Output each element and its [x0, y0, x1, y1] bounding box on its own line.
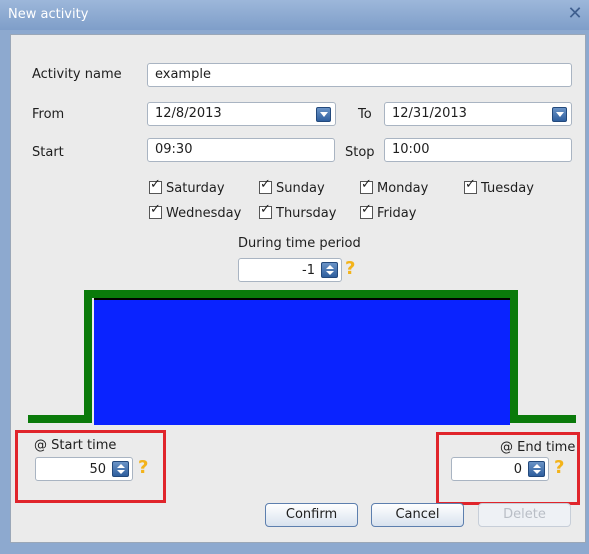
end-time-spinner[interactable]: 0	[451, 457, 549, 481]
start-time-spinner[interactable]: 50	[35, 457, 133, 481]
close-icon[interactable]: ✕	[565, 3, 585, 25]
end-time-label: @ End time	[500, 440, 576, 455]
cancel-button[interactable]: Cancel	[371, 503, 464, 527]
help-icon[interactable]: ?	[554, 457, 564, 478]
diagram-fill	[94, 293, 510, 425]
end-time-spinner-value: 0	[513, 462, 522, 477]
start-time-spinner-value: 50	[89, 462, 106, 477]
title-bar[interactable]: New activity ✕	[0, 0, 589, 30]
dialog-content: Activity name example From 12/8/2013 To …	[10, 34, 586, 543]
start-time-label: @ Start time	[34, 438, 117, 453]
spinner-arrows-icon[interactable]	[112, 461, 129, 477]
window-title: New activity	[8, 7, 89, 22]
spinner-arrows-icon[interactable]	[528, 461, 545, 477]
confirm-button[interactable]: Confirm	[265, 503, 358, 527]
delete-button[interactable]: Delete	[478, 503, 571, 527]
dialog-window: New activity ✕ Activity name example Fro…	[0, 0, 589, 554]
help-icon[interactable]: ?	[138, 457, 148, 478]
